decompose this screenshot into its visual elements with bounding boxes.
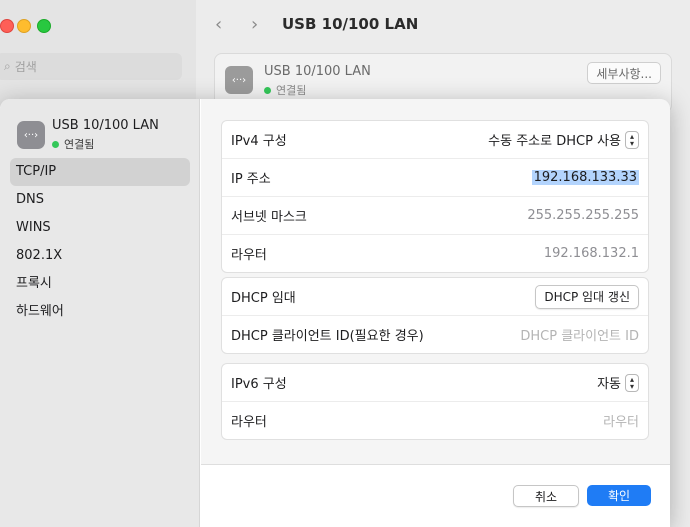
tcpip-panel: IPv4 구성 수동 주소로 DHCP 사용 ▴ ▾ IP 주소 192.168.… (201, 99, 670, 464)
dhcp-client-id-field[interactable]: DHCP 클라이언트 ID (520, 325, 639, 344)
sheet-sidebar: ‹··› USB 10/100 LAN 연결됨 TCP/IP DNS WINS … (0, 99, 200, 527)
ipv6-config-popup[interactable]: 자동 ▴ ▾ (597, 373, 639, 392)
updown-chevron-icon: ▴ ▾ (625, 373, 639, 392)
forward-chevron-icon[interactable]: › (251, 14, 258, 35)
ipv6-group: IPv6 구성 자동 ▴ ▾ 라우터 라우터 (221, 363, 649, 440)
ipv4-config-row: IPv4 구성 수동 주소로 DHCP 사용 ▴ ▾ (222, 121, 648, 159)
ipv4-group: IPv4 구성 수동 주소로 DHCP 사용 ▴ ▾ IP 주소 192.168.… (221, 120, 649, 273)
device-status: 연결됨 (264, 82, 306, 98)
subnet-mask-label: 서브넷 마스크 (231, 210, 307, 225)
tab-dns[interactable]: DNS (10, 186, 190, 214)
ipv6-router-label: 라우터 (231, 415, 267, 430)
renew-dhcp-lease-button[interactable]: DHCP 임대 갱신 (535, 284, 639, 309)
ipv6-config-row: IPv6 구성 자동 ▴ ▾ (222, 364, 648, 402)
ip-address-field[interactable]: 192.168.133.33 (531, 170, 639, 185)
tab-proxy[interactable]: 프록시 (10, 270, 190, 298)
dhcp-lease-row: DHCP 임대 DHCP 임대 갱신 (222, 278, 648, 316)
ok-button[interactable]: 확인 (587, 485, 651, 506)
tab-tcpip[interactable]: TCP/IP (10, 158, 190, 186)
tab-list: TCP/IP DNS WINS 802.1X 프록시 하드웨어 (10, 158, 190, 326)
dhcp-client-id-label: DHCP 클라이언트 ID(필요한 경우) (231, 329, 424, 344)
tab-wins[interactable]: WINS (10, 214, 190, 242)
ethernet-icon: ‹··› (225, 66, 253, 94)
zoom-window-button[interactable] (37, 19, 51, 33)
network-settings-sheet: ‹··› USB 10/100 LAN 연결됨 TCP/IP DNS WINS … (0, 99, 670, 527)
search-field[interactable]: ⌕ 검색 (0, 53, 182, 80)
router-field[interactable]: 192.168.132.1 (544, 246, 639, 261)
dhcp-client-id-row: DHCP 클라이언트 ID(필요한 경우) DHCP 클라이언트 ID (222, 316, 648, 353)
ipv6-config-label: IPv6 구성 (231, 377, 287, 392)
ipv4-config-popup[interactable]: 수동 주소로 DHCP 사용 ▴ ▾ (488, 130, 639, 149)
details-button[interactable]: 세부사항... (587, 62, 661, 84)
cancel-button[interactable]: 취소 (513, 485, 579, 507)
dhcp-lease-label: DHCP 임대 (231, 291, 296, 306)
subnet-mask-field[interactable]: 255.255.255.255 (527, 208, 639, 223)
ip-address-label: IP 주소 (231, 172, 271, 187)
router-row: 라우터 192.168.132.1 (222, 235, 648, 272)
window-title: USB 10/100 LAN (282, 15, 419, 33)
minimize-window-button[interactable] (17, 19, 31, 33)
tab-hardware[interactable]: 하드웨어 (10, 298, 190, 326)
status-dot-icon (52, 140, 59, 148)
sheet-device-status: 연결됨 (52, 136, 94, 152)
ipv4-config-label: IPv4 구성 (231, 134, 287, 149)
subnet-mask-row: 서브넷 마스크 255.255.255.255 (222, 197, 648, 235)
back-chevron-icon[interactable]: ‹ (215, 14, 222, 35)
search-placeholder: 검색 (14, 60, 37, 74)
sheet-footer: 취소 확인 (201, 464, 670, 527)
ethernet-icon: ‹··› (17, 121, 45, 149)
ip-address-row: IP 주소 192.168.133.33 (222, 159, 648, 197)
search-icon: ⌕ (4, 59, 11, 73)
updown-chevron-icon: ▴ ▾ (625, 130, 639, 149)
device-name: USB 10/100 LAN (264, 64, 371, 79)
dhcp-group: DHCP 임대 DHCP 임대 갱신 DHCP 클라이언트 ID(필요한 경우)… (221, 277, 649, 354)
tab-8021x[interactable]: 802.1X (10, 242, 190, 270)
ipv6-router-row: 라우터 라우터 (222, 402, 648, 439)
status-dot-icon (264, 86, 271, 94)
sheet-device-name: USB 10/100 LAN (52, 118, 159, 133)
ipv6-router-field[interactable]: 라우터 (603, 411, 639, 430)
close-window-button[interactable] (0, 19, 14, 33)
router-label: 라우터 (231, 248, 267, 263)
